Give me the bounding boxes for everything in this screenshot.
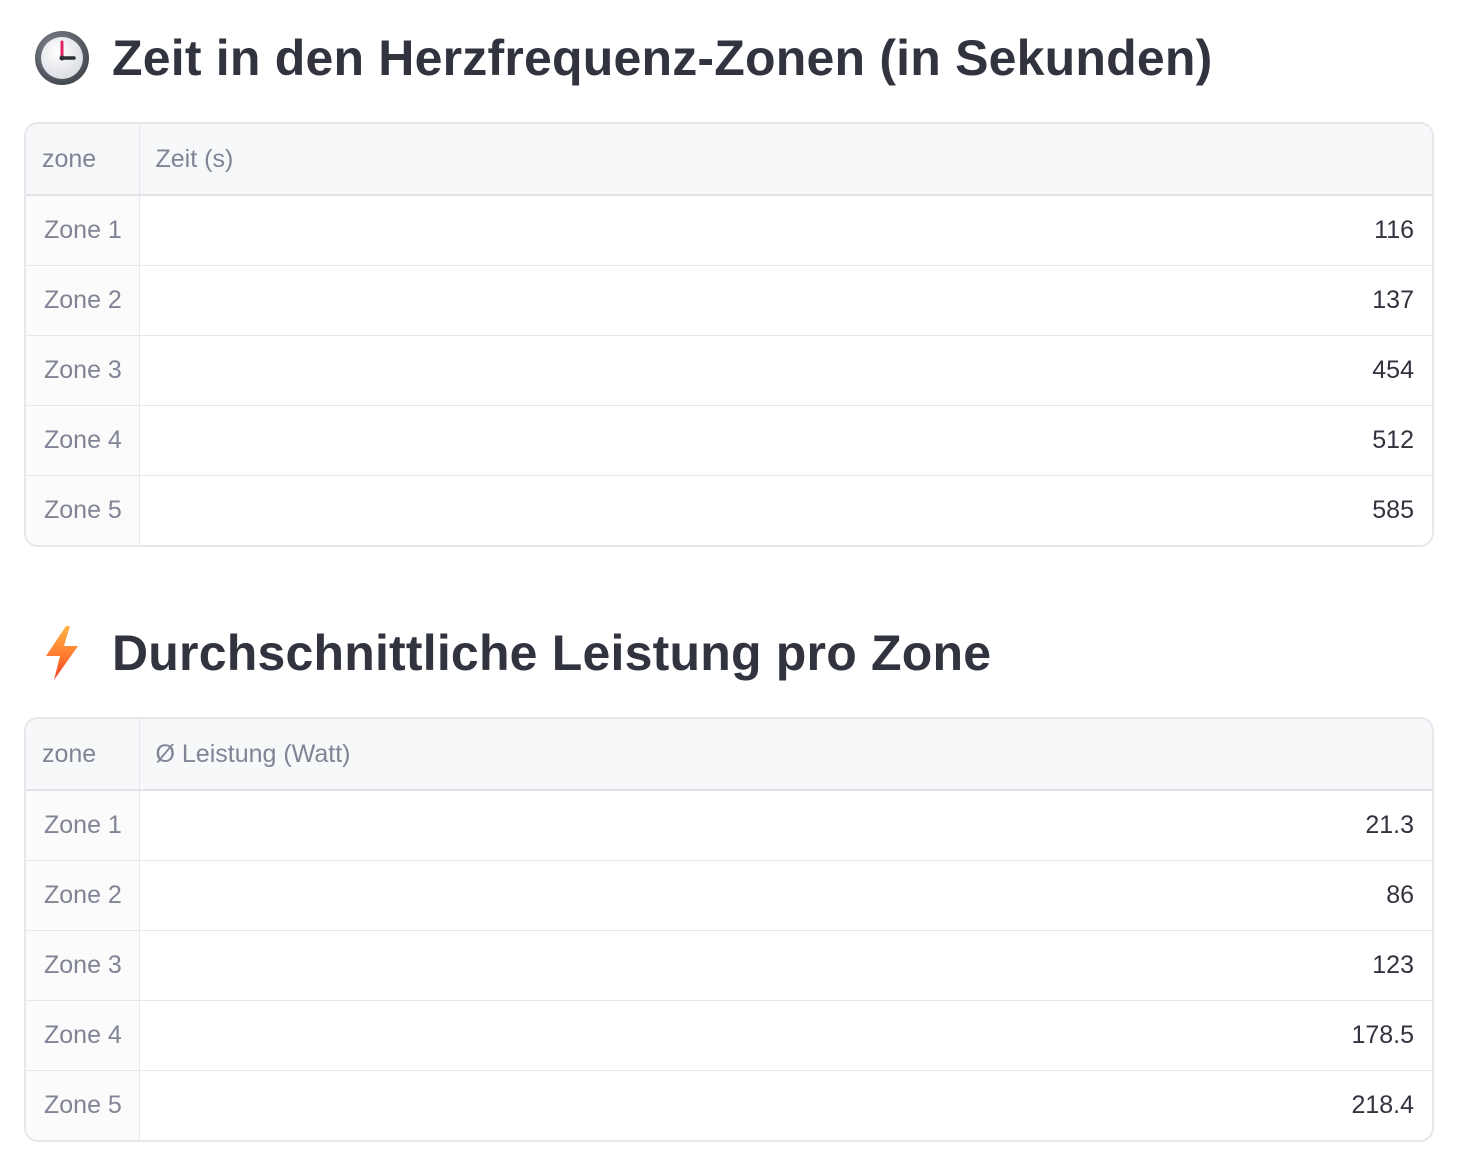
cell-value[interactable]: 178.5 (139, 1000, 1432, 1071)
row-label[interactable]: Zone 1 (26, 790, 140, 861)
row-label[interactable]: Zone 1 (26, 195, 140, 266)
page: Zeit in den Herzfrequenz-Zonen (in Sekun… (0, 0, 1465, 1172)
cell-value[interactable]: 454 (139, 335, 1432, 406)
table-row: Zone 2 86 (26, 860, 1432, 931)
cell-value[interactable]: 585 (139, 476, 1432, 546)
row-label[interactable]: Zone 5 (26, 475, 140, 545)
heart-rate-zones-heading: Zeit in den Herzfrequenz-Zonen (in Sekun… (32, 26, 1213, 90)
table-row: Zone 5 585 (26, 475, 1432, 546)
row-label[interactable]: Zone 3 (26, 335, 140, 406)
table-row: Zone 1 21.3 (26, 790, 1432, 861)
section-title: Zeit in den Herzfrequenz-Zonen (in Sekun… (112, 30, 1213, 86)
table-row: Zone 5 218.4 (26, 1070, 1432, 1141)
clock-icon (32, 28, 92, 88)
cell-value[interactable]: 116 (139, 195, 1432, 266)
table-header-row: zone Ø Leistung (Watt) (26, 719, 1432, 791)
average-power-table[interactable]: zone Ø Leistung (Watt) Zone 1 21.3 Zone … (24, 717, 1434, 1142)
cell-value[interactable]: 218.4 (139, 1071, 1432, 1141)
table-row: Zone 1 116 (26, 195, 1432, 266)
column-header-time[interactable]: Zeit (s) (139, 124, 1432, 196)
section-title: Durchschnittliche Leistung pro Zone (112, 625, 992, 681)
row-label[interactable]: Zone 2 (26, 860, 140, 931)
column-header-power[interactable]: Ø Leistung (Watt) (139, 719, 1432, 791)
cell-value[interactable]: 137 (139, 265, 1432, 336)
row-label[interactable]: Zone 4 (26, 1000, 140, 1071)
column-header-zone[interactable]: zone (26, 124, 140, 196)
column-header-zone[interactable]: zone (26, 719, 140, 791)
cell-value[interactable]: 21.3 (139, 790, 1432, 861)
lightning-icon (32, 623, 92, 683)
table-row: Zone 3 123 (26, 930, 1432, 1001)
table-row: Zone 2 137 (26, 265, 1432, 336)
row-label[interactable]: Zone 2 (26, 265, 140, 336)
heart-rate-zones-table[interactable]: zone Zeit (s) Zone 1 116 Zone 2 137 Zone… (24, 122, 1434, 547)
cell-value[interactable]: 123 (139, 930, 1432, 1001)
table-row: Zone 3 454 (26, 335, 1432, 406)
average-power-heading: Durchschnittliche Leistung pro Zone (32, 621, 991, 685)
table-row: Zone 4 512 (26, 405, 1432, 476)
row-label[interactable]: Zone 5 (26, 1070, 140, 1140)
table-header-row: zone Zeit (s) (26, 124, 1432, 196)
row-label[interactable]: Zone 3 (26, 930, 140, 1001)
cell-value[interactable]: 512 (139, 405, 1432, 476)
row-label[interactable]: Zone 4 (26, 405, 140, 476)
cell-value[interactable]: 86 (139, 860, 1432, 931)
table-row: Zone 4 178.5 (26, 1000, 1432, 1071)
